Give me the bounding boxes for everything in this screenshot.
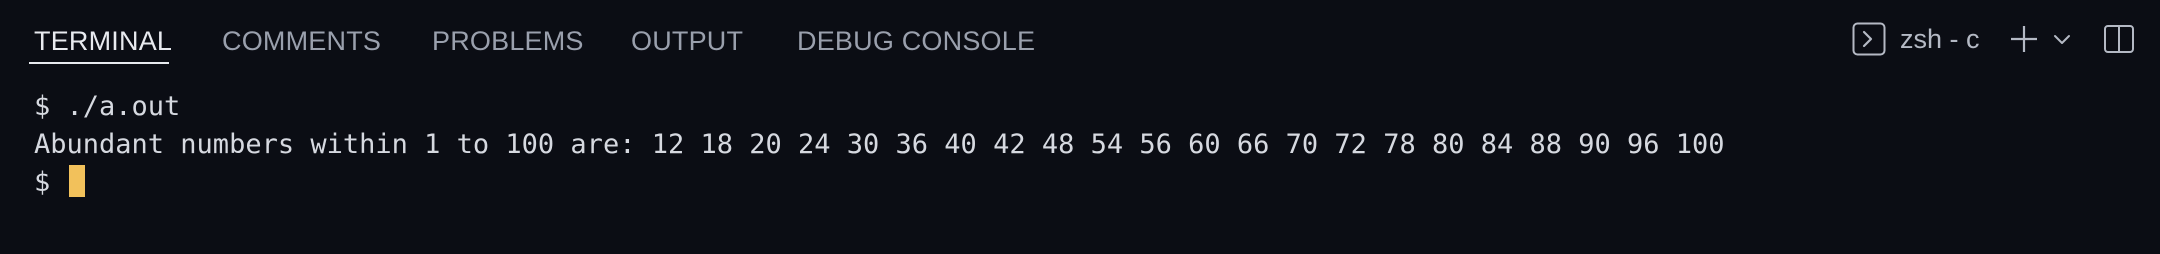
- tab-output[interactable]: OUTPUT: [631, 24, 743, 58]
- tab-debug-console[interactable]: DEBUG CONSOLE: [797, 24, 1035, 58]
- tab-problems[interactable]: PROBLEMS: [432, 24, 584, 58]
- terminal-output[interactable]: $ ./a.out Abundant numbers within 1 to 1…: [34, 88, 2140, 202]
- terminal-panel: TERMINAL COMMENTS PROBLEMS OUTPUT DEBUG …: [0, 0, 2160, 254]
- terminal-selector[interactable]: zsh - c: [1852, 20, 1980, 58]
- chevron-down-icon: [2054, 35, 2070, 44]
- terminal-prompt-line[interactable]: $: [34, 164, 2140, 202]
- terminal-prompt-icon: [1852, 22, 1886, 56]
- active-tab-indicator: [29, 62, 169, 64]
- plus-icon: [2011, 26, 2037, 52]
- tab-terminal[interactable]: TERMINAL: [34, 24, 172, 58]
- split-terminal-button[interactable]: [2101, 20, 2137, 58]
- panel-tab-bar: TERMINAL COMMENTS PROBLEMS OUTPUT DEBUG …: [0, 0, 2160, 80]
- terminal-dropdown-button[interactable]: [2049, 20, 2075, 58]
- new-terminal-button[interactable]: [2006, 20, 2042, 58]
- text-cursor: [68, 165, 85, 197]
- terminal-line: Abundant numbers within 1 to 100 are: 12…: [34, 129, 1725, 160]
- prompt-symbol: $: [34, 167, 67, 198]
- tab-comments[interactable]: COMMENTS: [222, 24, 381, 58]
- terminal-name-label: zsh - c: [1900, 23, 1980, 54]
- terminal-line: $ ./a.out: [34, 91, 181, 122]
- split-panel-icon: [2104, 25, 2134, 53]
